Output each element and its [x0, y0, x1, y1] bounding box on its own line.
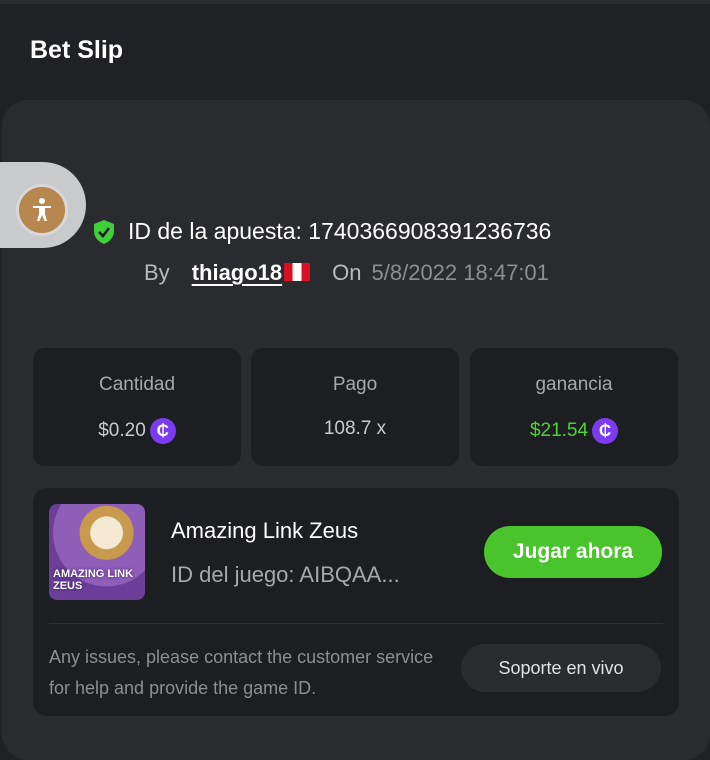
stat-value: $21.54 ₵ — [470, 418, 678, 444]
bet-id-text: ID de la apuesta: 1740366908391236736 — [128, 218, 552, 244]
game-thumbnail[interactable]: AMAZING LINK ZEUS — [49, 504, 145, 600]
game-thumbnail-logo: AMAZING LINK ZEUS — [53, 568, 134, 592]
bet-datetime: 5/8/2022 18:47:01 — [371, 260, 549, 285]
support-message: Any issues, please contact the customer … — [49, 647, 434, 698]
stat-cantidad: Cantidad $0.20 ₵ — [33, 348, 241, 466]
stat-ganancia: ganancia $21.54 ₵ — [470, 348, 678, 466]
shield-check-icon — [94, 219, 114, 244]
divider — [49, 623, 663, 624]
game-name: Amazing Link Zeus — [171, 518, 359, 543]
stat-pago: Pago 108.7 x — [251, 348, 459, 466]
coin-icon: ₵ — [592, 418, 619, 444]
stat-value: $0.20 ₵ — [33, 418, 241, 444]
stat-label: ganancia — [535, 374, 613, 395]
on-label: On — [332, 260, 362, 285]
bet-id-row: ID de la apuesta: 1740366908391236736 — [92, 218, 551, 245]
by-label: By — [144, 260, 170, 285]
coin-icon: ₵ — [149, 418, 176, 444]
stat-label: Pago — [332, 374, 378, 395]
live-support-button[interactable]: Soporte en vivo — [461, 644, 661, 692]
username-link[interactable]: thiago18 — [192, 260, 311, 286]
page-title: Bet Slip — [30, 36, 124, 64]
accessibility-widget[interactable] — [0, 162, 86, 248]
game-id: ID del juego: AIBQAA... — [171, 562, 400, 587]
game-card: AMAZING LINK ZEUS Amazing Link Zeus ID d… — [33, 488, 679, 716]
stat-value: 108.7 x — [323, 418, 387, 439]
play-now-button[interactable]: Jugar ahora — [484, 526, 662, 578]
top-divider — [0, 0, 710, 4]
accessibility-icon[interactable] — [16, 184, 68, 236]
stat-label: Cantidad — [98, 374, 176, 395]
bet-meta-row: By thiago18 On 5/8/2022 18:47:01 — [144, 260, 549, 286]
peru-flag-icon — [284, 263, 311, 281]
